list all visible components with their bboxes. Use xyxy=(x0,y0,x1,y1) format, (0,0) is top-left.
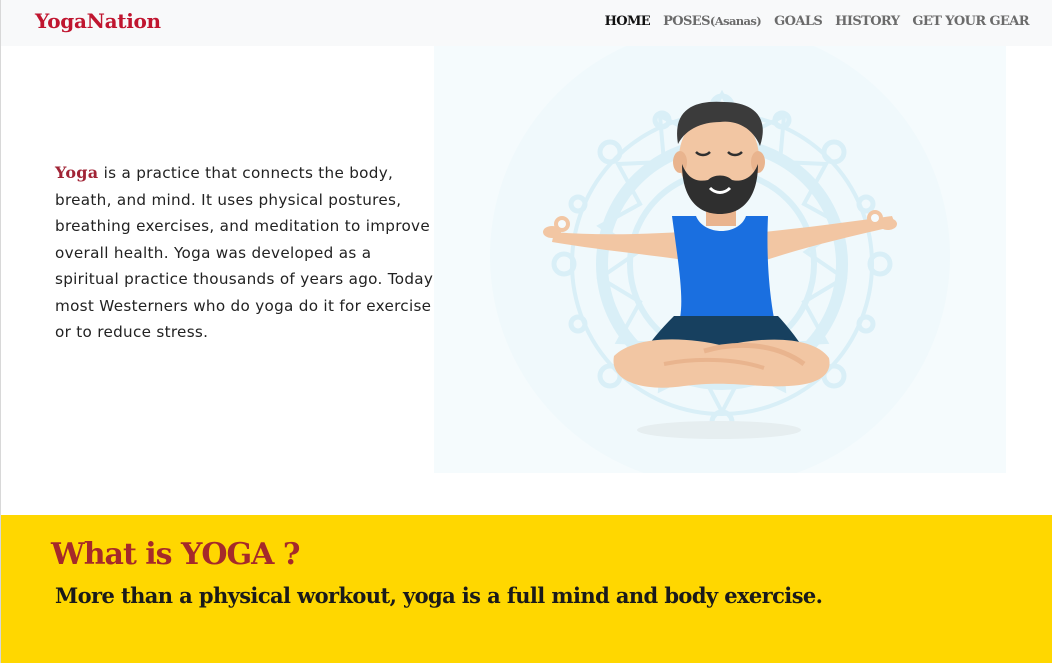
section-title: What is YOGA ? xyxy=(51,537,300,572)
nav-poses-sub: (Asanas) xyxy=(709,14,762,28)
brand-logo[interactable]: YogaNation xyxy=(35,9,161,33)
intro-paragraph: Yoga is a practice that connects the bod… xyxy=(55,160,440,346)
nav-home[interactable]: HOME xyxy=(605,14,651,29)
meditation-svg xyxy=(490,46,950,473)
intro-text: is a practice that connects the body, br… xyxy=(55,164,439,341)
intro-keyword: Yoga xyxy=(55,163,99,182)
section-subtitle: More than a physical workout, yoga is a … xyxy=(55,583,823,608)
nav-links: HOME POSES(Asanas) GOALS HISTORY GET YOU… xyxy=(605,14,1030,29)
meditating-man-illustration xyxy=(434,46,1006,473)
navbar: YogaNation HOME POSES(Asanas) GOALS HIST… xyxy=(1,0,1052,46)
nav-history[interactable]: HISTORY xyxy=(835,14,900,29)
nav-goals[interactable]: GOALS xyxy=(774,14,823,29)
nav-poses[interactable]: POSES(Asanas) xyxy=(663,14,762,29)
what-is-yoga-section: What is YOGA ? More than a physical work… xyxy=(1,515,1052,663)
nav-gear[interactable]: GET YOUR GEAR xyxy=(912,14,1029,29)
nav-poses-label: POSES xyxy=(663,14,710,29)
